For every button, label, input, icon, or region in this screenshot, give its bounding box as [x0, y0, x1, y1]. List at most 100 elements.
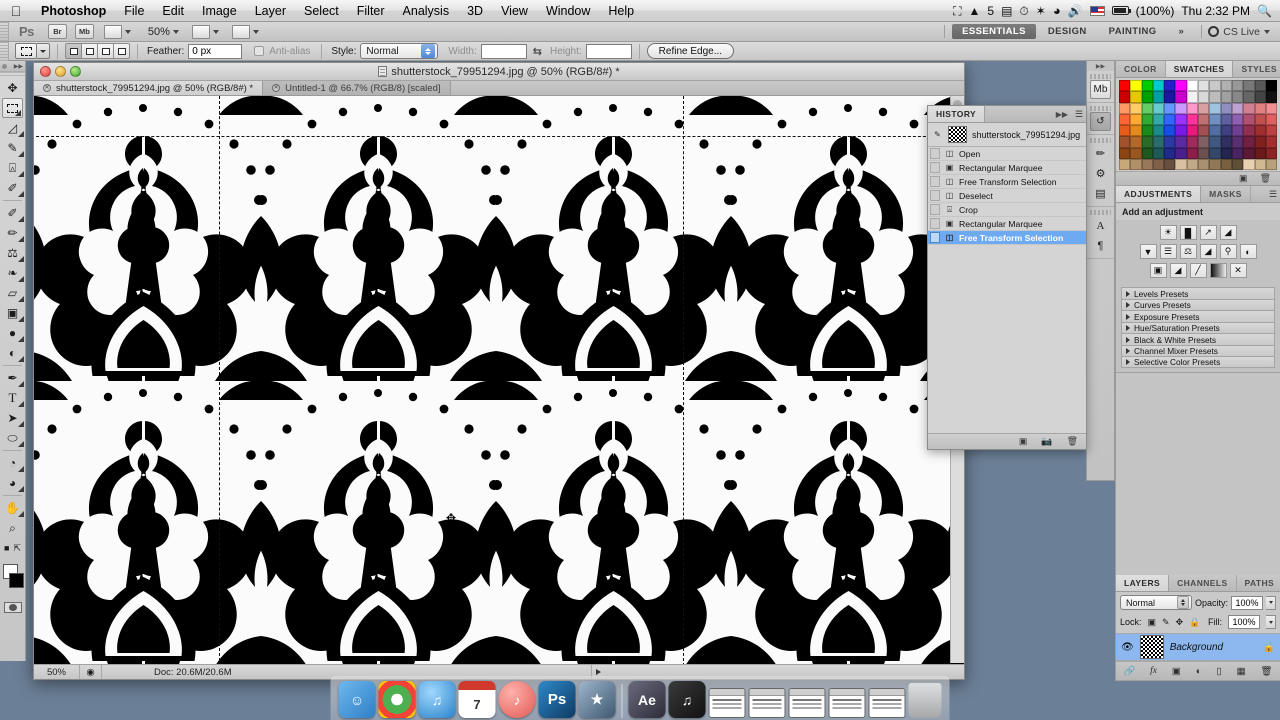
document-tab-1[interactable]: ✕ Untitled-1 @ 66.7% (RGB/8) [scaled] [263, 81, 451, 95]
swatch-21[interactable] [1198, 91, 1210, 103]
blur-tool[interactable]: ● [0, 323, 25, 343]
launch-bridge-button[interactable]: Br [47, 24, 67, 39]
history-collapse-icon[interactable]: ▶▶ [1052, 106, 1072, 122]
optionsbar-gripper[interactable] [0, 41, 9, 61]
chevron-right-icon[interactable] [1126, 290, 1130, 297]
adjustment-layer-icon[interactable]: ◐ [1196, 666, 1202, 677]
swatch-29[interactable] [1130, 102, 1142, 114]
swatch-8[interactable] [1209, 80, 1221, 92]
swatch-20[interactable] [1186, 91, 1199, 103]
brush-icon[interactable]: ✏ [1090, 144, 1111, 163]
new-swatch-icon[interactable]: ▣ [1239, 173, 1248, 184]
swatch-65[interactable] [1220, 125, 1232, 137]
swatch-109[interactable] [1243, 159, 1255, 171]
channel-mixer-icon[interactable]: ◐ [1239, 244, 1257, 260]
swatch-69[interactable] [1265, 125, 1278, 137]
swatch-90[interactable] [1186, 147, 1199, 160]
menu-help[interactable]: Help [599, 0, 643, 22]
mini-bridge-icon[interactable]: Mb [1090, 80, 1111, 99]
chevron-right-icon[interactable] [1126, 336, 1130, 343]
swatch-25[interactable] [1243, 91, 1255, 103]
tab-swatches[interactable]: SWATCHES [1165, 61, 1234, 77]
iconstrip-collapse-icon[interactable]: ▶▶ [1087, 61, 1114, 71]
new-layer-icon[interactable]: ▦ [1237, 666, 1246, 677]
clone-source-icon[interactable]: ⚙ [1090, 164, 1111, 183]
delete-icon[interactable]: 🗑 [1067, 436, 1078, 447]
history-state-2[interactable]: ◫ Free Transform Selection [928, 175, 1086, 189]
swatch-73[interactable] [1152, 136, 1165, 148]
launch-mini-bridge-button[interactable]: Mb [74, 24, 94, 39]
preset-exposure[interactable]: Exposure Presets [1121, 310, 1275, 322]
swatch-111[interactable] [1265, 159, 1278, 171]
music-icon[interactable]: ♫ [668, 681, 706, 718]
fill-input[interactable]: 100% [1228, 615, 1260, 629]
brightness-contrast-icon[interactable]: ☀ [1159, 225, 1177, 241]
add-to-selection-icon[interactable] [81, 43, 98, 59]
swatch-30[interactable] [1141, 102, 1153, 114]
swatch-13[interactable] [1265, 80, 1278, 92]
swatch-4[interactable] [1164, 80, 1176, 92]
swatch-106[interactable] [1209, 159, 1221, 171]
bluetooth-icon[interactable]: ✶ [1036, 0, 1046, 22]
swatch-56[interactable] [1119, 125, 1131, 137]
workspace-painting[interactable]: PAINTING [1099, 24, 1167, 39]
swatch-61[interactable] [1175, 125, 1187, 137]
intersect-selection-icon[interactable] [113, 43, 130, 59]
chevron-right-icon[interactable] [1126, 313, 1130, 320]
menu-edit[interactable]: Edit [153, 0, 193, 22]
quick-selection-tool[interactable]: ✎ [0, 138, 25, 158]
scanner-icon[interactable]: ▤ [1001, 0, 1012, 22]
layer-row-background[interactable]: 👁 Background 🔒 [1116, 633, 1280, 661]
lock-position-icon[interactable]: ✥ [1176, 617, 1184, 628]
battery-icon[interactable] [1111, 6, 1131, 15]
workspace-design[interactable]: DESIGN [1038, 24, 1097, 39]
lock-all-icon[interactable]: 🔒 [1189, 617, 1200, 628]
swatch-43[interactable] [1130, 113, 1142, 126]
hue-saturation-icon[interactable]: ☰ [1159, 244, 1177, 260]
clock-icon[interactable]: ⏱ [1019, 0, 1028, 22]
swatch-33[interactable] [1175, 102, 1187, 114]
swatch-75[interactable] [1175, 136, 1187, 148]
view-extras-chevron-down-icon[interactable] [124, 29, 131, 34]
swatch-86[interactable] [1141, 147, 1153, 160]
swatch-50[interactable] [1209, 113, 1221, 126]
swatch-46[interactable] [1164, 113, 1176, 126]
history-source-box[interactable] [930, 204, 940, 215]
vibrance-icon[interactable]: ▼ [1139, 244, 1157, 260]
swatch-22[interactable] [1209, 91, 1221, 103]
chevron-right-icon[interactable] [1126, 325, 1130, 332]
history-state-4[interactable]: ⍓ Crop [928, 203, 1086, 217]
swatch-11[interactable] [1243, 80, 1255, 92]
swatch-81[interactable] [1243, 136, 1255, 148]
dodge-tool[interactable]: ◐ [0, 343, 25, 363]
eyedropper-tool[interactable]: ✐ [0, 178, 25, 198]
link-layers-icon[interactable]: 🔗 [1123, 666, 1135, 677]
swatch-110[interactable] [1254, 159, 1266, 171]
feather-input[interactable]: 0 px [188, 43, 243, 59]
tool-preset-chevron-down-icon[interactable] [37, 43, 50, 59]
lastfm-icon[interactable]: ♪ [498, 681, 536, 718]
tab-color[interactable]: COLOR [1116, 61, 1166, 77]
path-selection-tool[interactable]: ➤ [0, 408, 25, 428]
ellipse-shape-tool[interactable]: ⬭ [0, 428, 25, 448]
screen-mode-icon[interactable] [231, 24, 250, 39]
layer-name[interactable]: Background [1170, 642, 1257, 653]
preset-selective-color[interactable]: Selective Color Presets [1121, 356, 1275, 368]
history-icon[interactable]: ↺ [1090, 112, 1111, 131]
status-zoom-value[interactable]: 50% [34, 665, 80, 679]
history-brush-tool[interactable]: ❧ [0, 263, 25, 283]
swatch-9[interactable] [1220, 80, 1232, 92]
menu-clock[interactable]: Thu 2:32 PM [1181, 4, 1250, 18]
swatch-44[interactable] [1141, 113, 1153, 126]
swatch-10[interactable] [1231, 80, 1244, 92]
background-color-swatch[interactable] [9, 573, 24, 588]
chevron-right-icon[interactable] [1126, 359, 1130, 366]
arrange-chevron-down-icon[interactable] [212, 29, 219, 34]
new-document-from-state-icon[interactable]: ▣ [1019, 436, 1028, 447]
exposure-icon[interactable]: ◢ [1219, 225, 1237, 241]
paragraph-icon[interactable]: ¶ [1090, 236, 1111, 255]
swatch-59[interactable] [1152, 125, 1165, 137]
close-tab-icon[interactable]: ✕ [272, 84, 281, 92]
chrome-icon[interactable] [378, 681, 416, 718]
toolbox-header[interactable]: ▶▶ [0, 61, 25, 72]
